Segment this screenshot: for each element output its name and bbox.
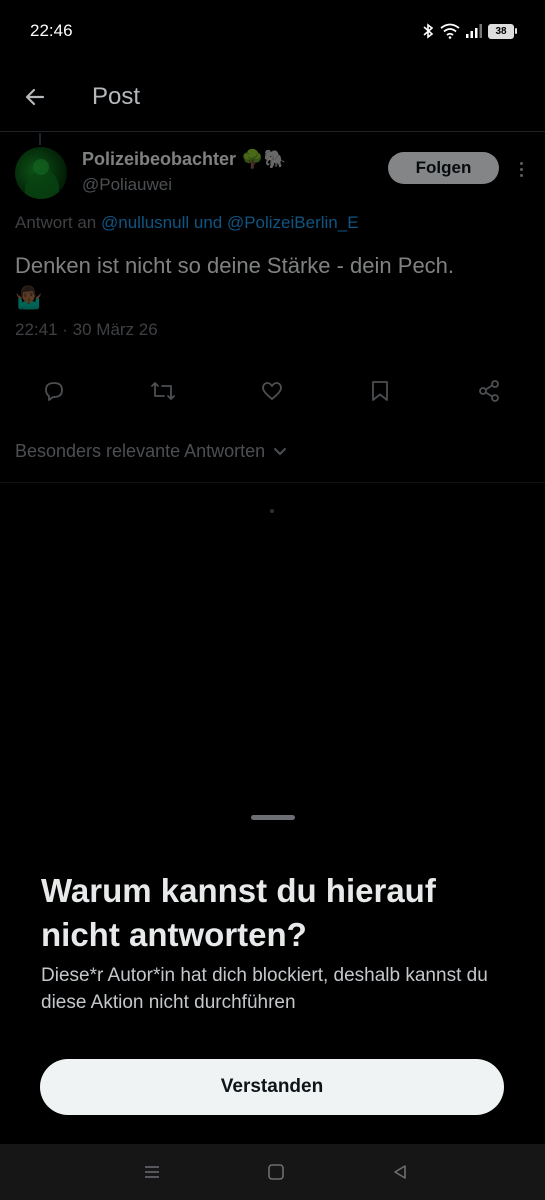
back-nav-button[interactable]: [386, 1158, 414, 1186]
sheet-description: Diese*r Autor*in hat dich blockiert, des…: [41, 965, 488, 1013]
action-bar: [0, 371, 545, 411]
reply-icon: [45, 382, 63, 401]
signal-icon: [466, 24, 482, 38]
author-name-text: Polizeibeobachter: [82, 149, 237, 169]
top-header: Post: [0, 62, 545, 132]
reply-prefix: Antwort an: [15, 213, 101, 232]
author-handle[interactable]: @Poliauwei: [82, 175, 172, 195]
post-body: Denken ist nicht so deine Stärke - dein …: [15, 253, 455, 278]
author-name[interactable]: Polizeibeobachter 🌳🐘: [82, 149, 286, 170]
triangle-back-icon: [394, 1165, 406, 1179]
shrug-emoji: 🤷🏾‍♂️: [15, 285, 43, 310]
sheet-drag-handle[interactable]: [251, 815, 295, 820]
reply-to: Antwort an @nullusnull und @PolizeiBerli…: [15, 213, 359, 233]
status-icons: 38: [422, 23, 517, 39]
system-nav-bar: [0, 1144, 545, 1200]
post-timestamp: 22:41 · 30 März 26: [15, 320, 158, 339]
share-button[interactable]: [467, 371, 511, 411]
wifi-icon: [440, 23, 460, 39]
sort-label: Besonders relevante Antworten: [15, 441, 266, 461]
bookmark-icon: [372, 381, 388, 401]
reply-mentions[interactable]: @nullusnull und @PolizeiBerlin_E: [101, 213, 359, 232]
loading-indicator: [270, 509, 274, 513]
back-button[interactable]: [0, 62, 70, 132]
chevron-down-icon: [274, 447, 287, 455]
repost-button[interactable]: [141, 371, 185, 411]
thread-line: [39, 133, 41, 145]
divider: [0, 482, 545, 483]
battery-icon: 38: [488, 23, 517, 39]
more-options-icon[interactable]: [512, 155, 530, 183]
sort-replies-dropdown[interactable]: Besonders relevante Antworten: [15, 441, 287, 462]
follow-button[interactable]: Folgen: [388, 152, 499, 184]
reply-button[interactable]: [32, 371, 76, 411]
recents-button[interactable]: [138, 1158, 166, 1186]
like-button[interactable]: [250, 371, 294, 411]
menu-icon: [145, 1166, 159, 1178]
status-time: 22:46: [30, 21, 73, 40]
home-button[interactable]: [262, 1158, 290, 1186]
repost-icon: [151, 382, 175, 400]
post-text: Denken ist nicht so deine Stärke - dein …: [15, 250, 530, 314]
bottom-sheet: Warum kannst du hierauf nicht antworten?…: [0, 796, 545, 1144]
sheet-title: Warum kannst du hierauf nicht antworten?: [41, 872, 436, 953]
bookmark-button[interactable]: [358, 371, 402, 411]
like-icon: [262, 382, 282, 400]
page-title: Post: [92, 82, 141, 110]
author-emojis: 🌳🐘: [241, 149, 286, 169]
arrow-left-icon: [25, 88, 45, 105]
status-bar: 22:46 38: [0, 0, 545, 62]
avatar[interactable]: [15, 147, 67, 199]
author-row: Polizeibeobachter 🌳🐘 @Poliauwei Folgen: [15, 147, 530, 203]
home-square-icon: [268, 1164, 284, 1180]
share-icon: [479, 380, 499, 402]
understood-button[interactable]: Verstanden: [40, 1059, 504, 1115]
bluetooth-icon: [423, 23, 434, 39]
battery-level: 38: [488, 23, 514, 39]
